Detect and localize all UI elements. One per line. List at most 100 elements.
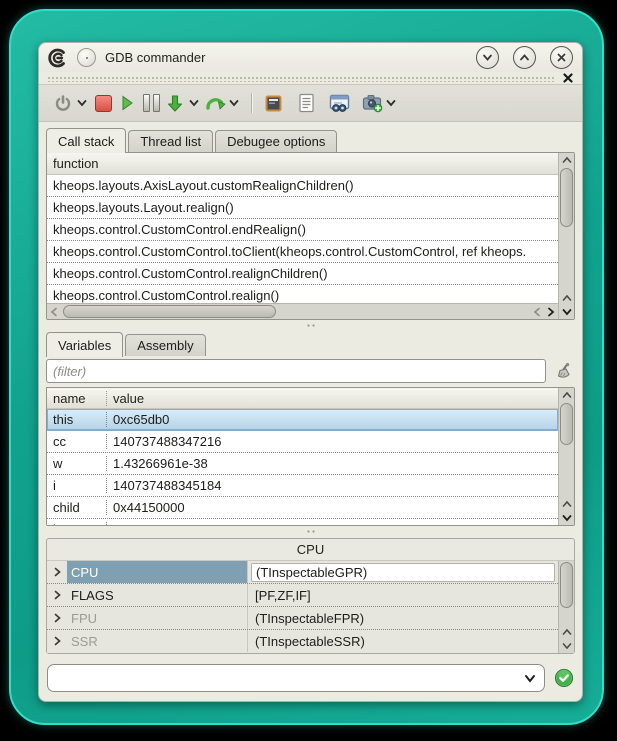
cpu-row[interactable]: SSR (TInspectableSSR) bbox=[47, 630, 558, 652]
close-button[interactable] bbox=[550, 46, 573, 69]
vscroll-track[interactable] bbox=[559, 561, 574, 625]
pause-button[interactable] bbox=[139, 90, 163, 116]
send-command-button[interactable] bbox=[554, 668, 574, 688]
filter-input[interactable] bbox=[46, 359, 546, 383]
chevron-down-icon bbox=[524, 674, 536, 683]
cpu-view-button[interactable] bbox=[261, 90, 285, 116]
hscroll-thumb[interactable] bbox=[63, 305, 276, 318]
chevron-up-icon bbox=[519, 52, 530, 63]
dock-close-button[interactable] bbox=[562, 72, 574, 84]
splitter-callstack-variables[interactable] bbox=[46, 320, 575, 331]
vscroll-thumb[interactable] bbox=[560, 168, 573, 227]
watch-inspect-button[interactable] bbox=[327, 90, 351, 116]
command-input[interactable] bbox=[56, 670, 522, 687]
scroll-down-button[interactable] bbox=[559, 639, 574, 653]
combobox-dropdown-button[interactable] bbox=[522, 674, 538, 683]
callstack-row[interactable]: kheops.control.CustomControl.realign() bbox=[47, 285, 558, 303]
vscroll-track[interactable] bbox=[559, 167, 574, 291]
cpu-row[interactable]: FLAGS [PF,ZF,IF] bbox=[47, 584, 558, 607]
scroll-up-button[interactable] bbox=[559, 388, 574, 402]
variables-vscrollbar[interactable] bbox=[558, 388, 574, 525]
splitter-variables-cpu[interactable] bbox=[46, 526, 575, 537]
expand-button[interactable] bbox=[47, 561, 67, 583]
cpu-value-editor[interactable]: (TInspectableGPR) bbox=[251, 563, 555, 582]
power-button[interactable] bbox=[51, 90, 75, 116]
command-combobox[interactable] bbox=[47, 664, 545, 692]
splitter-grip-icon bbox=[306, 324, 316, 327]
scroll-up-button-2[interactable] bbox=[559, 291, 574, 305]
chevron-right-icon bbox=[54, 636, 61, 646]
scroll-up-button-2[interactable] bbox=[559, 497, 574, 511]
vscroll-thumb[interactable] bbox=[560, 403, 573, 445]
chevron-down-icon bbox=[482, 52, 493, 63]
expand-button[interactable] bbox=[47, 584, 67, 606]
power-dropdown-button[interactable] bbox=[75, 90, 89, 116]
cpu-vscrollbar[interactable] bbox=[558, 561, 574, 653]
dock-menu-button[interactable] bbox=[77, 48, 96, 67]
cpu-row[interactable]: FPU (TInspectableFPR) bbox=[47, 607, 558, 630]
scroll-up-button[interactable] bbox=[559, 153, 574, 167]
scroll-right-button[interactable] bbox=[544, 305, 558, 319]
variable-row[interactable]: w 1.43266961e-38 bbox=[47, 453, 558, 475]
tab-assembly[interactable]: Assembly bbox=[125, 334, 205, 356]
debug-toolbar bbox=[39, 84, 582, 122]
chevron-down-icon bbox=[562, 514, 572, 522]
scroll-up-button[interactable] bbox=[559, 625, 574, 639]
callstack-hscrollbar[interactable] bbox=[47, 303, 558, 319]
tab-debugee-options[interactable]: Debugee options bbox=[215, 130, 337, 152]
chevron-down-icon bbox=[229, 99, 239, 107]
chevron-up-icon bbox=[562, 156, 572, 164]
variable-row[interactable]: this 0xc65db0 bbox=[47, 409, 558, 431]
cpu-inspector: CPU CPU (TInspectableGPR) bbox=[46, 538, 575, 654]
variable-row[interactable]: h 1.43266961e-38 bbox=[47, 519, 558, 525]
message-list-button[interactable] bbox=[294, 90, 318, 116]
clear-filter-button[interactable] bbox=[553, 360, 575, 382]
callstack-row[interactable]: kheops.control.CustomControl.endRealign(… bbox=[47, 219, 558, 241]
variables-header: name value bbox=[47, 388, 558, 409]
snapshot-dropdown-button[interactable] bbox=[384, 90, 398, 116]
cpu-row[interactable]: CPU (TInspectableGPR) bbox=[47, 561, 558, 584]
pause-icon bbox=[143, 94, 160, 112]
step-into-button[interactable] bbox=[163, 90, 187, 116]
expand-button[interactable] bbox=[47, 630, 67, 652]
tab-call-stack[interactable]: Call stack bbox=[46, 128, 126, 153]
tab-variables[interactable]: Variables bbox=[46, 332, 123, 357]
stop-button[interactable] bbox=[91, 90, 115, 116]
scroll-down-button[interactable] bbox=[559, 305, 574, 319]
tab-thread-list[interactable]: Thread list bbox=[128, 130, 213, 152]
shade-button[interactable] bbox=[476, 46, 499, 69]
callstack-row[interactable]: kheops.layouts.Layout.realign() bbox=[47, 197, 558, 219]
chevron-up-icon bbox=[562, 391, 572, 399]
chevron-up-icon bbox=[562, 628, 572, 636]
variable-row[interactable]: child 0x44150000 bbox=[47, 497, 558, 519]
expand-button[interactable] bbox=[47, 607, 67, 629]
dock-handle[interactable] bbox=[39, 72, 582, 84]
callstack-row[interactable]: kheops.layouts.AxisLayout.customRealignC… bbox=[47, 175, 558, 197]
callstack-row[interactable]: kheops.control.CustomControl.realignChil… bbox=[47, 263, 558, 285]
scroll-left-button-2[interactable] bbox=[530, 305, 544, 319]
hscroll-track[interactable] bbox=[61, 305, 530, 318]
variable-row[interactable]: i 140737488345184 bbox=[47, 475, 558, 497]
unshade-button[interactable] bbox=[513, 46, 536, 69]
close-icon bbox=[556, 52, 567, 63]
chevron-down-icon bbox=[189, 99, 199, 107]
window-titlebar[interactable]: GDB commander bbox=[39, 43, 582, 72]
step-over-button[interactable] bbox=[203, 90, 227, 116]
chevron-down-icon bbox=[562, 642, 572, 650]
variables-rows: this 0xc65db0 cc 140737488347216 w 1.432… bbox=[47, 409, 558, 525]
splitter-grip-icon bbox=[306, 530, 316, 533]
callstack-vscrollbar[interactable] bbox=[558, 153, 574, 319]
dock-handle-dots[interactable] bbox=[47, 75, 556, 82]
add-snapshot-button[interactable] bbox=[360, 90, 384, 116]
chevron-down-icon bbox=[562, 308, 572, 316]
scroll-down-button[interactable] bbox=[559, 511, 574, 525]
vscroll-thumb[interactable] bbox=[560, 562, 573, 608]
chevron-up-icon bbox=[562, 294, 572, 302]
scroll-left-button[interactable] bbox=[47, 305, 61, 319]
vscroll-track[interactable] bbox=[559, 402, 574, 497]
step-into-dropdown-button[interactable] bbox=[187, 90, 201, 116]
callstack-row[interactable]: kheops.control.CustomControl.toClient(kh… bbox=[47, 241, 558, 263]
step-over-dropdown-button[interactable] bbox=[227, 90, 241, 116]
run-button[interactable] bbox=[115, 90, 139, 116]
variable-row[interactable]: cc 140737488347216 bbox=[47, 431, 558, 453]
